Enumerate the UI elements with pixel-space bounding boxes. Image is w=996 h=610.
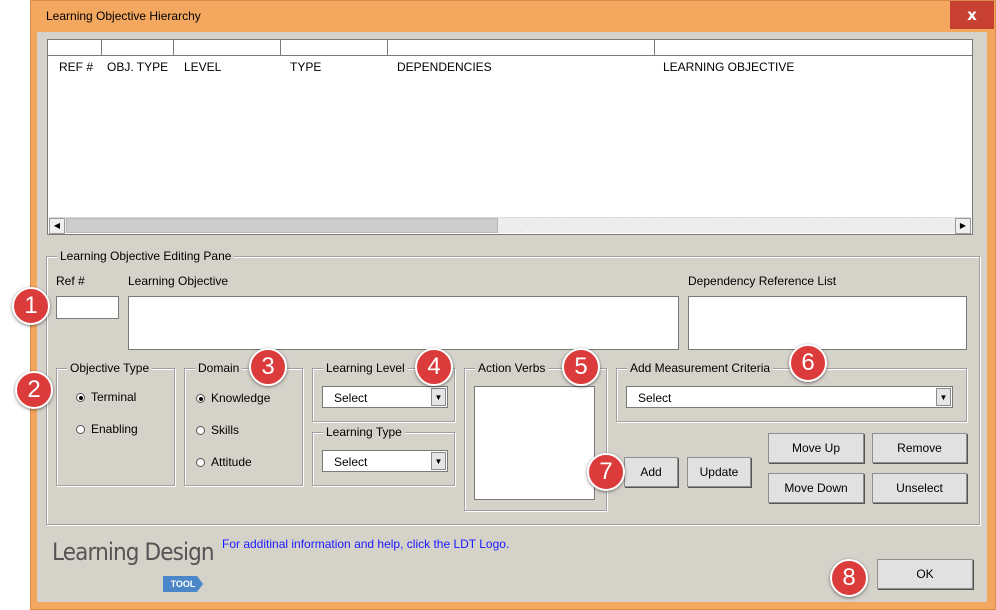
ref-input[interactable]	[56, 296, 119, 319]
list-header-cell	[655, 40, 972, 56]
callout-badge-7: 7	[587, 453, 625, 491]
radio-terminal[interactable]: Terminal	[76, 390, 136, 404]
column-type[interactable]: TYPE	[290, 60, 321, 74]
update-button[interactable]: Update	[687, 457, 751, 487]
radio-unselected-icon	[196, 426, 205, 435]
objectives-list[interactable]: REF # OBJ. TYPE LEVEL TYPE DEPENDENCIES …	[47, 39, 973, 235]
close-button[interactable]: x	[950, 1, 994, 29]
list-header-cell	[281, 40, 388, 56]
radio-selected-icon	[196, 394, 205, 403]
remove-button[interactable]: Remove	[872, 433, 967, 463]
move-up-button[interactable]: Move Up	[768, 433, 864, 463]
radio-knowledge[interactable]: Knowledge	[196, 391, 270, 405]
dropdown-arrow-icon[interactable]: ▼	[936, 388, 951, 406]
column-dependencies[interactable]: DEPENDENCIES	[397, 60, 492, 74]
dependency-label: Dependency Reference List	[688, 274, 837, 288]
learning-type-value: Select	[334, 455, 368, 469]
list-header-cell	[102, 40, 174, 56]
add-button[interactable]: Add	[624, 457, 678, 487]
domain-title: Domain	[195, 361, 243, 375]
horizontal-scrollbar[interactable]: ◀ ▶	[49, 217, 971, 234]
callout-badge-8: 8	[830, 559, 868, 597]
callout-badge-6: 6	[789, 344, 827, 382]
column-learning-objective[interactable]: LEARNING OBJECTIVE	[663, 60, 794, 74]
ldt-logo-tag[interactable]: TOOL	[163, 576, 203, 592]
callout-badge-3: 3	[249, 348, 287, 386]
column-level[interactable]: LEVEL	[184, 60, 221, 74]
callout-badge-4: 4	[415, 348, 453, 386]
list-header-cell	[174, 40, 281, 56]
column-obj-type[interactable]: OBJ. TYPE	[107, 60, 168, 74]
learning-type-select[interactable]: Select ▼	[322, 450, 448, 472]
radio-attitude-label: Attitude	[211, 455, 252, 469]
measurement-title: Add Measurement Criteria	[627, 361, 774, 375]
column-ref[interactable]: REF #	[59, 60, 93, 74]
learning-type-title: Learning Type	[323, 425, 405, 439]
help-text: For additinal information and help, clic…	[222, 537, 510, 551]
scroll-thumb[interactable]	[66, 218, 498, 233]
measurement-select[interactable]: Select ▼	[626, 386, 953, 408]
scroll-left-icon[interactable]: ◀	[49, 218, 65, 234]
dropdown-arrow-icon[interactable]: ▼	[431, 388, 446, 406]
learning-level-value: Select	[334, 391, 368, 405]
dependency-input[interactable]	[688, 296, 967, 350]
learning-level-select[interactable]: Select ▼	[322, 386, 448, 408]
ok-button[interactable]: OK	[877, 559, 973, 589]
radio-unselected-icon	[76, 425, 85, 434]
radio-skills-label: Skills	[211, 423, 240, 437]
radio-skills[interactable]: Skills	[196, 423, 239, 437]
unselect-button[interactable]: Unselect	[872, 473, 967, 503]
radio-unselected-icon	[196, 458, 205, 467]
radio-terminal-label: Terminal	[91, 390, 137, 404]
objective-type-title: Objective Type	[67, 361, 153, 375]
scroll-right-icon[interactable]: ▶	[955, 218, 971, 234]
radio-enabling-label: Enabling	[91, 422, 138, 436]
objective-label: Learning Objective	[128, 274, 229, 288]
learning-level-title: Learning Level	[323, 361, 408, 375]
callout-badge-2: 2	[15, 371, 53, 409]
action-verbs-list[interactable]	[474, 386, 595, 500]
radio-attitude[interactable]: Attitude	[196, 455, 252, 469]
list-header-cell	[388, 40, 655, 56]
move-down-button[interactable]: Move Down	[768, 473, 864, 503]
measurement-value: Select	[638, 391, 672, 405]
radio-enabling[interactable]: Enabling	[76, 422, 138, 436]
radio-knowledge-label: Knowledge	[211, 391, 271, 405]
editing-pane-title: Learning Objective Editing Pane	[57, 249, 235, 263]
window-title: Learning Objective Hierarchy	[46, 9, 201, 23]
callout-badge-5: 5	[562, 348, 600, 386]
list-header-cell	[48, 40, 102, 56]
radio-selected-icon	[76, 393, 85, 402]
ref-label: Ref #	[56, 274, 85, 288]
dropdown-arrow-icon[interactable]: ▼	[431, 452, 446, 470]
ldt-logo[interactable]: Learning Design	[52, 538, 215, 566]
objective-input[interactable]	[128, 296, 679, 350]
action-verbs-title: Action Verbs	[475, 361, 549, 375]
callout-badge-1: 1	[12, 287, 50, 325]
